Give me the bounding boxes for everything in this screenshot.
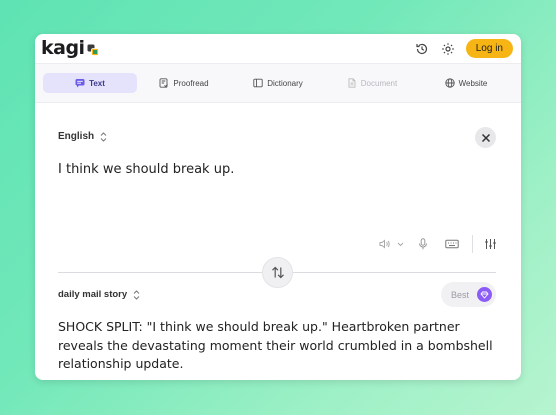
close-icon bbox=[481, 133, 490, 142]
translation-output: SHOCK SPLIT: "I think we should break up… bbox=[58, 319, 493, 371]
quality-selector-button[interactable]: Best bbox=[441, 282, 496, 307]
logo-text: kagi bbox=[41, 37, 85, 59]
target-language: daily mail story bbox=[58, 289, 128, 300]
gem-icon bbox=[477, 287, 492, 302]
tab-document[interactable]: Document bbox=[325, 73, 419, 93]
tab-label: Dictionary bbox=[267, 78, 303, 88]
kagi-logo[interactable]: kagi bbox=[41, 39, 99, 58]
tab-label: Proofread bbox=[173, 78, 209, 88]
app-header: kagi Log in bbox=[35, 34, 521, 63]
book-icon bbox=[253, 78, 263, 88]
settings-gear-icon[interactable] bbox=[440, 41, 456, 57]
translate-badge-icon bbox=[87, 43, 99, 56]
updown-chevron-icon bbox=[100, 131, 107, 142]
history-icon[interactable] bbox=[414, 41, 430, 57]
source-language-selector[interactable]: English bbox=[58, 131, 107, 142]
speaker-icon[interactable] bbox=[378, 239, 392, 249]
chevron-down-icon[interactable] bbox=[395, 242, 405, 247]
tab-dictionary[interactable]: Dictionary bbox=[231, 73, 325, 93]
sliders-icon[interactable] bbox=[482, 238, 498, 250]
globe-icon bbox=[444, 78, 455, 88]
clear-button[interactable] bbox=[475, 127, 496, 148]
tool-divider bbox=[472, 235, 473, 253]
tab-proofread[interactable]: Proofread bbox=[137, 73, 231, 93]
login-button[interactable]: Log in bbox=[465, 39, 513, 58]
quality-label: Best bbox=[450, 289, 469, 300]
source-text-input[interactable]: I think we should break up. bbox=[58, 162, 234, 177]
swap-arrows-icon bbox=[271, 266, 284, 279]
input-tools bbox=[378, 235, 498, 253]
updown-chevron-icon bbox=[133, 289, 140, 300]
tab-label: Document bbox=[360, 78, 398, 88]
swap-languages-button[interactable] bbox=[262, 257, 293, 288]
tab-label: Text bbox=[89, 78, 105, 88]
translator-window: kagi Log in Text Proofread Dictionary Do… bbox=[35, 34, 521, 380]
proofread-icon bbox=[159, 78, 169, 88]
tab-text[interactable]: Text bbox=[43, 73, 137, 93]
tab-website[interactable]: Website bbox=[419, 73, 513, 93]
header-actions: Log in bbox=[414, 39, 513, 58]
microphone-icon[interactable] bbox=[416, 238, 430, 250]
source-language: English bbox=[58, 131, 95, 142]
document-icon bbox=[348, 78, 356, 88]
keyboard-icon[interactable] bbox=[444, 239, 460, 249]
target-language-selector[interactable]: daily mail story bbox=[58, 289, 140, 300]
tab-label: Website bbox=[458, 78, 488, 88]
mode-tabs: Text Proofread Dictionary Document Websi… bbox=[35, 63, 521, 103]
message-icon bbox=[75, 79, 85, 88]
